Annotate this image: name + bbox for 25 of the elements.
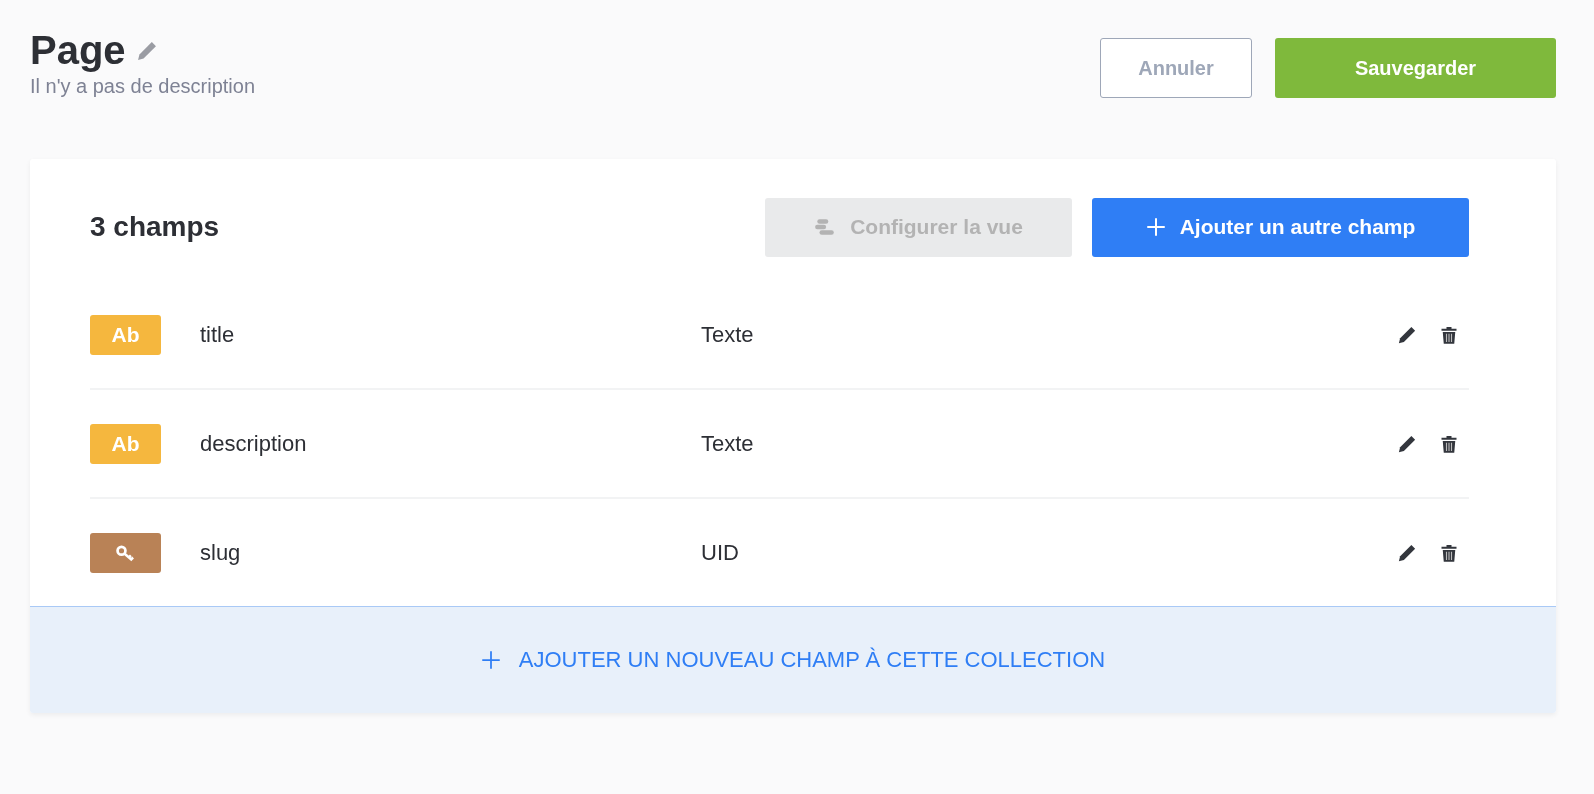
- save-button[interactable]: Sauvegarder: [1275, 38, 1556, 98]
- delete-icon[interactable]: [1439, 324, 1459, 345]
- field-name: description: [200, 430, 308, 457]
- field-type: Texte: [701, 430, 755, 457]
- add-field-button[interactable]: Ajouter un autre champ: [1092, 197, 1469, 257]
- page-title: Page: [30, 28, 126, 73]
- edit-icon[interactable]: [1397, 542, 1417, 563]
- cancel-button[interactable]: Annuler: [1100, 38, 1252, 98]
- edit-icon[interactable]: [1397, 324, 1417, 345]
- delete-icon[interactable]: [1439, 433, 1459, 454]
- add-new-field-button[interactable]: AJOUTER UN NOUVEAU CHAMP À CETTE COLLECTION: [30, 606, 1556, 713]
- field-name: title: [200, 321, 236, 348]
- text-type-badge: Ab: [90, 423, 161, 464]
- plus-icon: [480, 650, 501, 670]
- page-description: Il n'y a pas de description: [30, 75, 256, 98]
- pencil-icon[interactable]: [135, 39, 158, 62]
- field-name: slug: [200, 539, 242, 566]
- plus-icon: [1145, 217, 1166, 237]
- field-type: UID: [701, 539, 740, 566]
- edit-icon[interactable]: [1397, 433, 1417, 454]
- layout-icon: [814, 218, 837, 236]
- field-count: 3 champs: [90, 211, 220, 243]
- field-type: Texte: [701, 321, 755, 348]
- delete-icon[interactable]: [1439, 542, 1459, 563]
- text-type-badge: Ab: [90, 314, 161, 355]
